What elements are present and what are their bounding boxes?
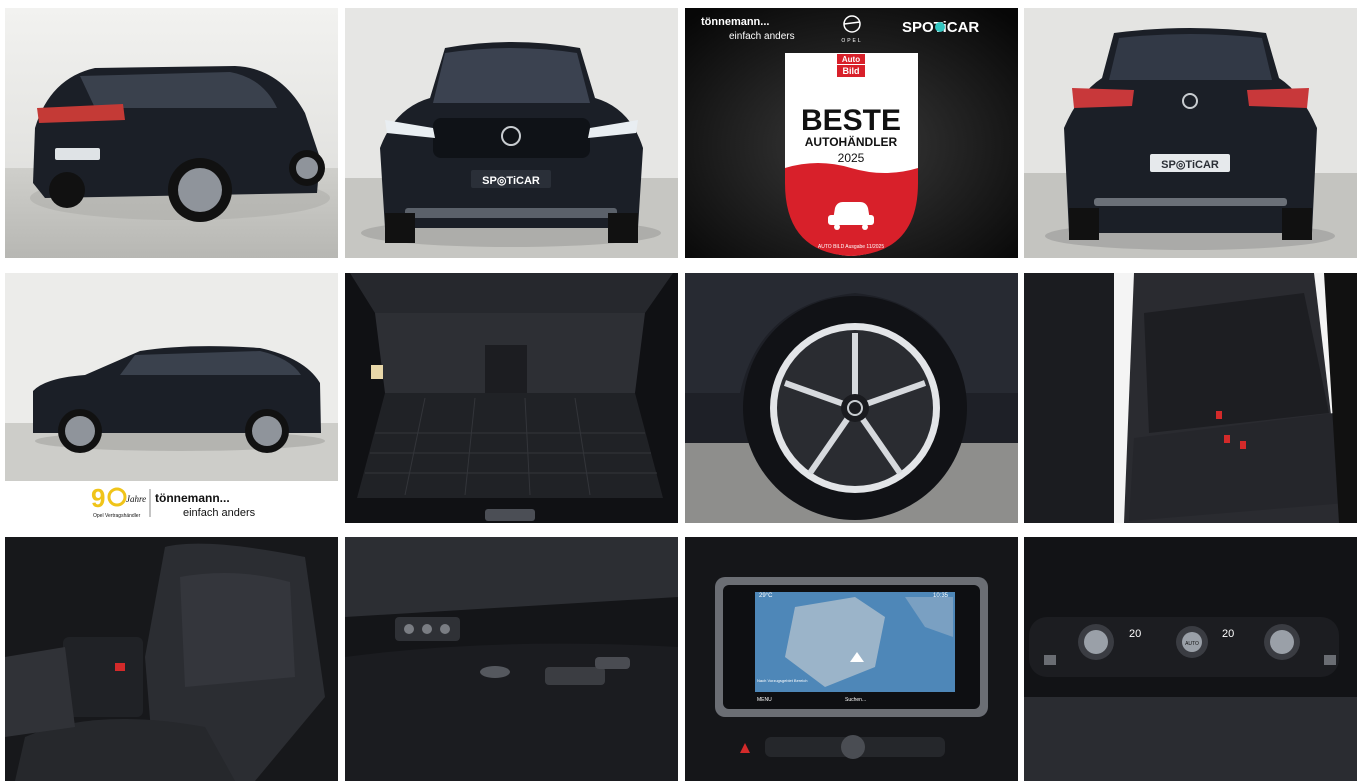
auto-label: AUTO bbox=[1185, 641, 1199, 647]
photo-gallery: SP◎TiCAR tönnemann... einfach anders OPE… bbox=[0, 0, 1365, 781]
photo-seat-controls[interactable] bbox=[345, 537, 678, 781]
left-temp-display: 20 bbox=[1129, 628, 1141, 640]
seat-lever-icon bbox=[545, 667, 605, 685]
award-footnote: AUTO BILD Ausgabe 11/2025 bbox=[818, 244, 884, 250]
anniversary-word: Jahre bbox=[126, 494, 146, 504]
brand-text: OPEL bbox=[841, 38, 862, 44]
memory-button-3-icon bbox=[440, 624, 450, 634]
front-seat-image bbox=[5, 537, 338, 781]
screen-search[interactable]: Suchen... bbox=[845, 697, 866, 703]
photo-rear-three-quarter[interactable] bbox=[5, 8, 338, 258]
dealer-slogan-text: einfach anders bbox=[729, 31, 795, 42]
screen-time: 10:35 bbox=[933, 593, 949, 599]
photo-wheel[interactable] bbox=[685, 273, 1018, 523]
spoticar-pin-icon bbox=[935, 22, 945, 32]
screen-temp: 29°C bbox=[759, 593, 773, 599]
car-front-image: SP◎TiCAR bbox=[345, 8, 678, 258]
award-banner[interactable]: tönnemann... einfach anders OPEL SPOTiCA… bbox=[685, 8, 1018, 258]
seat-heat-button-icon[interactable] bbox=[1044, 655, 1056, 665]
front-plate-text: SP◎TiCAR bbox=[482, 175, 540, 187]
car-side-image: 9 Jahre Opel Vertragshändler tönnemann..… bbox=[5, 273, 338, 523]
car-rear-three-quarter-image bbox=[5, 8, 338, 258]
award-subheadline: AUTOHÄNDLER bbox=[805, 134, 898, 149]
car-rear-image: SP◎TiCAR bbox=[1024, 8, 1357, 258]
screen-menu[interactable]: MENU bbox=[757, 697, 772, 703]
award-banner-graphic: tönnemann... einfach anders OPEL SPOTiCA… bbox=[685, 8, 1018, 258]
award-year: 2025 bbox=[838, 151, 865, 165]
rear-seats-image bbox=[1024, 273, 1357, 523]
memory-button-1-icon bbox=[404, 624, 414, 634]
photo-rear-seats[interactable] bbox=[1024, 273, 1357, 523]
anniversary-digit: 9 bbox=[91, 483, 105, 513]
photo-side[interactable]: 9 Jahre Opel Vertragshändler tönnemann..… bbox=[5, 273, 338, 523]
banner-dealer-slogan: einfach anders bbox=[183, 507, 256, 519]
partner-label: Opel Vertragshändler bbox=[93, 513, 141, 519]
dealer-name-text: tönnemann... bbox=[701, 16, 769, 28]
volume-knob-icon[interactable] bbox=[841, 735, 865, 759]
infotainment-image: 29°C 10:35 Nach Vorzugsgebiet Bereich ME… bbox=[685, 537, 1018, 781]
right-temp-display: 20 bbox=[1222, 628, 1234, 640]
climate-controls-image: 20 20 AUTO bbox=[1024, 537, 1357, 781]
photo-climate-controls[interactable]: 20 20 AUTO bbox=[1024, 537, 1357, 781]
photo-infotainment[interactable]: 29°C 10:35 Nach Vorzugsgebiet Bereich ME… bbox=[685, 537, 1018, 781]
banner-dealer-name: tönnemann... bbox=[155, 491, 230, 505]
photo-rear[interactable]: SP◎TiCAR bbox=[1024, 8, 1357, 258]
award-headline: BESTE bbox=[801, 104, 901, 137]
memory-button-2-icon bbox=[422, 624, 432, 634]
screen-destination: Nach Vorzugsgebiet Bereich bbox=[757, 678, 807, 683]
photo-trunk[interactable] bbox=[345, 273, 678, 523]
award-seal: Auto Bild BESTE AUTOHÄNDLER 2025 AUTO BI… bbox=[785, 53, 918, 256]
trunk-light-icon bbox=[371, 365, 383, 379]
rear-plate-text: SP◎TiCAR bbox=[1161, 159, 1219, 171]
photo-front-seat[interactable] bbox=[5, 537, 338, 781]
wheel-image bbox=[685, 273, 1018, 523]
seat-knob-icon bbox=[480, 666, 510, 678]
seat-controls-image bbox=[345, 537, 678, 781]
magazine-bottom-text: Bild bbox=[843, 66, 860, 76]
photo-front[interactable]: SP◎TiCAR bbox=[345, 8, 678, 258]
defrost-button-icon[interactable] bbox=[1324, 655, 1336, 665]
magazine-top-text: Auto bbox=[842, 55, 860, 64]
trunk-image bbox=[345, 273, 678, 523]
